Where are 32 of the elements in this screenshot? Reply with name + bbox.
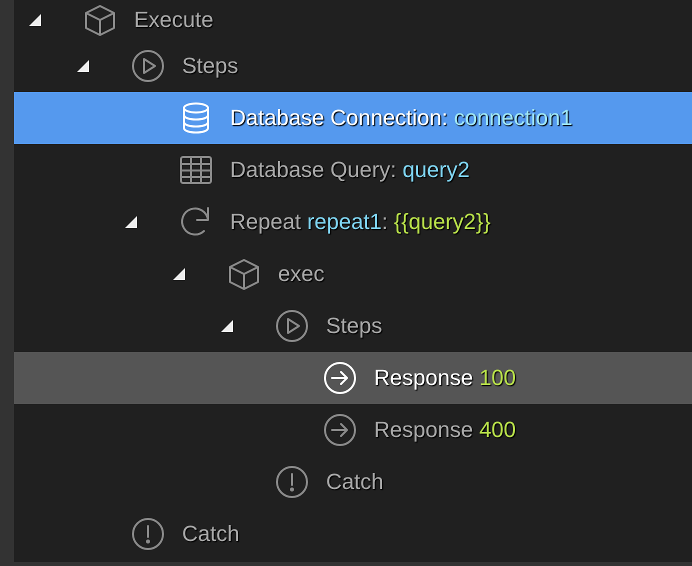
tree-row[interactable]: Execute	[14, 0, 692, 40]
node-label: Database Connection: connection1	[230, 105, 572, 131]
node-label: Response 400	[374, 417, 516, 443]
tree-row[interactable]: Repeat repeat1: {{query2}}	[14, 196, 692, 248]
cube-icon	[82, 2, 118, 38]
tree-row[interactable]: Catch	[14, 456, 692, 508]
expand-triangle-icon[interactable]	[28, 13, 42, 27]
alert-icon	[130, 516, 166, 552]
expand-triangle-icon[interactable]	[124, 215, 138, 229]
node-label: Execute	[134, 7, 214, 33]
node-label: Repeat repeat1: {{query2}}	[230, 209, 491, 235]
tree-row[interactable]: Catch	[14, 508, 692, 560]
tree-row[interactable]: Database Query: query2	[14, 144, 692, 196]
play-icon	[274, 308, 310, 344]
tree-row[interactable]: Steps	[14, 40, 692, 92]
play-icon	[130, 48, 166, 84]
node-label: Catch	[326, 469, 384, 495]
node-label: Steps	[326, 313, 382, 339]
node-label: exec	[278, 261, 324, 287]
expand-triangle-icon[interactable]	[172, 267, 186, 281]
node-label: Catch	[182, 521, 240, 547]
tree-row[interactable]: Response 100	[14, 352, 692, 404]
node-label: Database Query: query2	[230, 157, 470, 183]
node-label: Steps	[182, 53, 238, 79]
tree-row[interactable]: exec	[14, 248, 692, 300]
expand-triangle-icon[interactable]	[76, 59, 90, 73]
expand-triangle-icon[interactable]	[220, 319, 234, 333]
cube-icon	[226, 256, 262, 292]
node-label: Response 100	[374, 365, 516, 391]
tree-row[interactable]: Response 400	[14, 404, 692, 456]
alert-icon	[274, 464, 310, 500]
tree-row[interactable]: Steps	[14, 300, 692, 352]
